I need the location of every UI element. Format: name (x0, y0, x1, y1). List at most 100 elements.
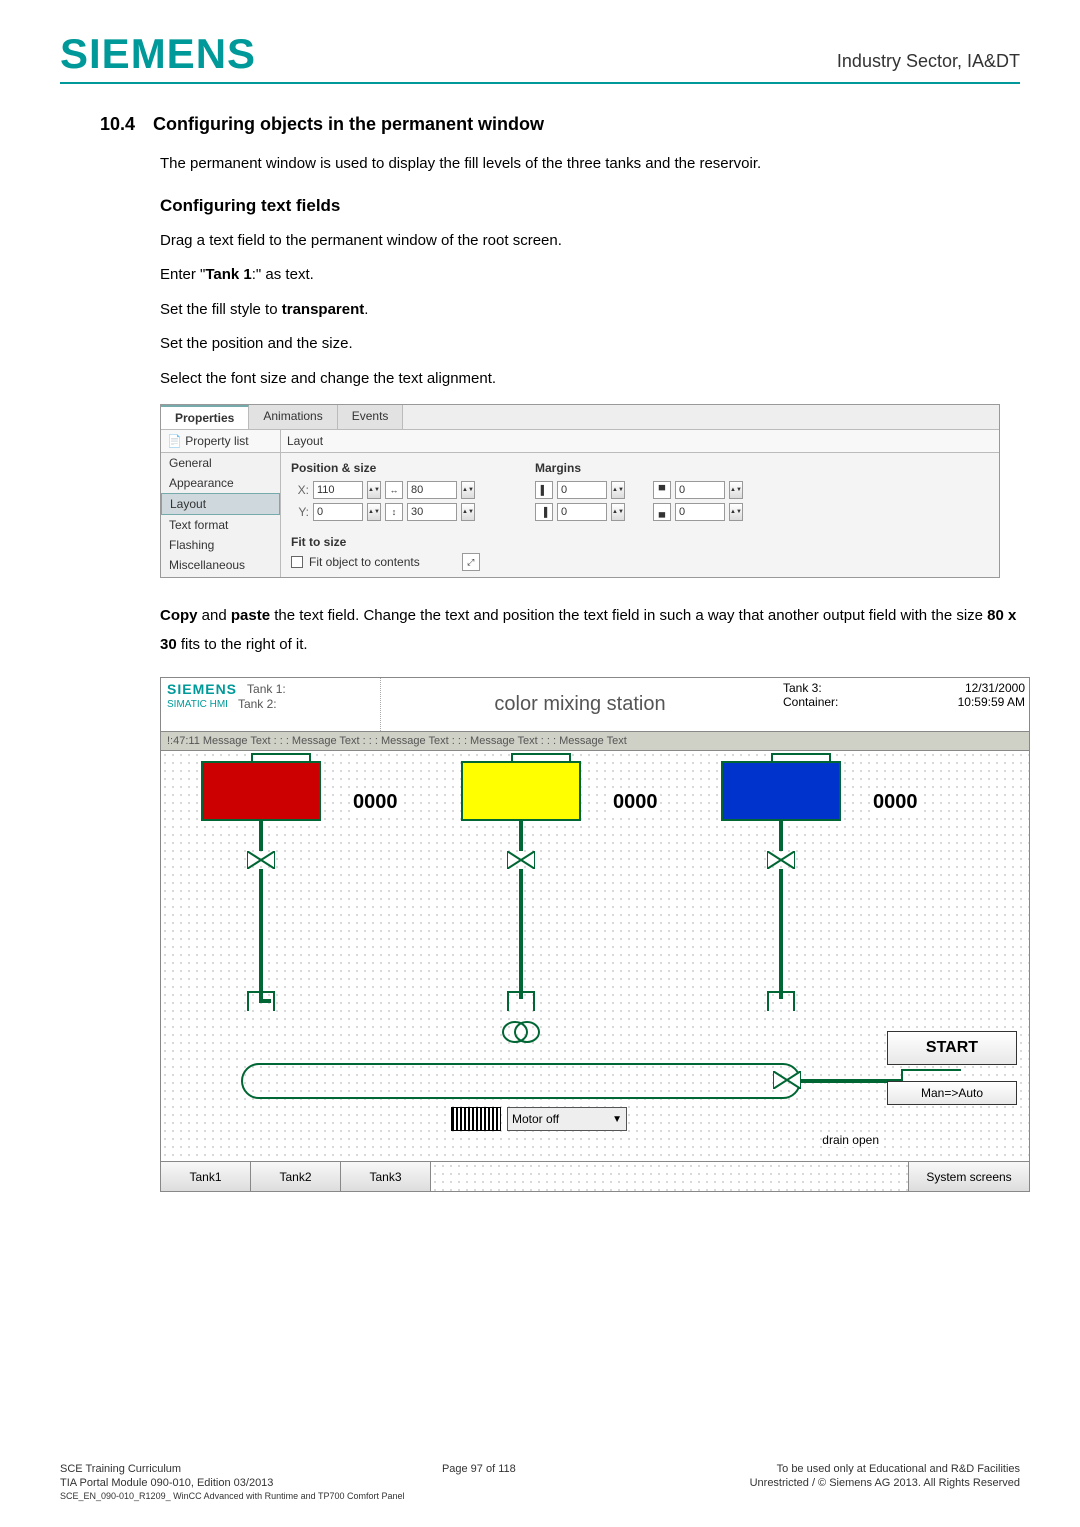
height-input[interactable]: 30 (407, 503, 457, 521)
side-item-appearance[interactable]: Appearance (161, 473, 280, 493)
x-spinner[interactable]: ▲▼ (367, 481, 381, 499)
y-label: Y: (291, 505, 309, 519)
properties-tabs: Properties Animations Events (161, 405, 999, 430)
valve-2[interactable] (507, 851, 535, 869)
footer-right-1: To be used only at Educational and R&D F… (777, 1463, 1020, 1475)
step-5: Select the font size and change the text… (160, 368, 1020, 391)
motor-value: Motor off (512, 1112, 559, 1126)
motor-icon (451, 1107, 501, 1131)
page-footer: SCE Training Curriculum Page 97 of 118 T… (60, 1463, 1020, 1501)
x-label: X: (291, 483, 309, 497)
hmi-bottom-nav: Tank1 Tank2 Tank3 System screens (161, 1161, 1029, 1191)
side-item-textformat[interactable]: Text format (161, 515, 280, 535)
y-input[interactable]: 0 (313, 503, 363, 521)
tab-properties[interactable]: Properties (161, 405, 249, 429)
hmi-date: 12/31/2000 (893, 681, 1025, 695)
margin-right-input[interactable]: 0 (557, 503, 607, 521)
fit-icon[interactable]: ⤢ (462, 553, 480, 571)
hmi-logo: SIEMENS (167, 681, 237, 697)
y-spinner[interactable]: ▲▼ (367, 503, 381, 521)
position-size-title: Position & size (291, 461, 475, 475)
section-title: 10.4Configuring objects in the permanent… (100, 114, 1020, 135)
chevron-down-icon: ▼ (612, 1114, 622, 1125)
width-icon: ↔ (385, 481, 403, 499)
fit-label: Fit object to contents (309, 555, 420, 569)
nav-tank3[interactable]: Tank3 (341, 1162, 431, 1191)
mixer-icon (501, 1019, 541, 1045)
tank2-cap (511, 753, 571, 763)
side-item-general[interactable]: General (161, 453, 280, 473)
fit-to-size-title: Fit to size (291, 535, 989, 549)
siemens-logo: SIEMENS (60, 30, 256, 78)
footer-left-2: TIA Portal Module 090-010, Edition 03/20… (60, 1477, 273, 1489)
hmi-simatic: SIMATIC HMI (167, 699, 228, 710)
hmi-screen: SIEMENS Tank 1: SIMATIC HMI Tank 2: colo… (160, 677, 1030, 1192)
x-input[interactable]: 110 (313, 481, 363, 499)
layout-header: Layout (281, 430, 999, 453)
margin-right-icon: ▐ (535, 503, 553, 521)
group-margins: Margins ▌ 0 ▲▼ ▀ 0 ▲▼ ▐ 0 (535, 461, 743, 525)
tab-events[interactable]: Events (338, 405, 404, 429)
margin-top-spinner[interactable]: ▲▼ (729, 481, 743, 499)
section-number: 10.4 (100, 114, 135, 134)
intro-paragraph: The permanent window is used to display … (160, 153, 1020, 176)
valve-3[interactable] (767, 851, 795, 869)
margin-left-spinner[interactable]: ▲▼ (611, 481, 625, 499)
motor-dropdown[interactable]: Motor off ▼ (507, 1107, 627, 1131)
nav-tank2[interactable]: Tank2 (251, 1162, 341, 1191)
property-list-header[interactable]: 📄 Property list (161, 430, 280, 453)
properties-panel: Properties Animations Events 📄 Property … (160, 404, 1000, 578)
margin-left-input[interactable]: 0 (557, 481, 607, 499)
hmi-title: color mixing station (381, 678, 779, 731)
step-3: Set the fill style to transparent. (160, 299, 1020, 322)
side-item-flashing[interactable]: Flashing (161, 535, 280, 555)
drain-open-label: drain open (822, 1133, 879, 1147)
step-1: Drag a text field to the permanent windo… (160, 230, 1020, 253)
margin-bottom-spinner[interactable]: ▲▼ (729, 503, 743, 521)
hmi-canvas: 0000 0000 0000 (161, 751, 1029, 1161)
valve-1[interactable] (247, 851, 275, 869)
tank-1 (201, 761, 321, 821)
hmi-message-bar: !:47:11 Message Text : : : Message Text … (161, 732, 1029, 751)
tank3-value: 0000 (871, 791, 920, 814)
copy-paste-paragraph: Copy and paste the text field. Change th… (160, 602, 1020, 659)
tank1-value: 0000 (351, 791, 400, 814)
hmi-tank2-label: Tank 2: (238, 697, 277, 711)
width-spinner[interactable]: ▲▼ (461, 481, 475, 499)
tank3-cap (771, 753, 831, 763)
hmi-container-label: Container: (783, 695, 885, 709)
man-auto-button[interactable]: Man=>Auto (887, 1081, 1017, 1105)
width-input[interactable]: 80 (407, 481, 457, 499)
tank2-value: 0000 (611, 791, 660, 814)
nav-spacer (431, 1162, 909, 1191)
fit-checkbox[interactable] (291, 556, 303, 568)
footer-left-1: SCE Training Curriculum (60, 1463, 181, 1475)
margin-right-spinner[interactable]: ▲▼ (611, 503, 625, 521)
page-header: SIEMENS Industry Sector, IA&DT (60, 30, 1020, 84)
start-button[interactable]: START (887, 1031, 1017, 1065)
tab-animations[interactable]: Animations (249, 405, 337, 429)
header-sector: Industry Sector, IA&DT (837, 51, 1020, 78)
margins-title: Margins (535, 461, 743, 475)
footer-right-2: Unrestricted / © Siemens AG 2013. All Ri… (750, 1477, 1020, 1489)
hmi-tank1-label: Tank 1: (247, 682, 286, 696)
margin-bottom-icon: ▄ (653, 503, 671, 521)
side-item-misc[interactable]: Miscellaneous (161, 555, 280, 575)
tank1-cap (251, 753, 311, 763)
nav-tank1[interactable]: Tank1 (161, 1162, 251, 1191)
group-position-size: Position & size X: 110 ▲▼ ↔ 80 ▲▼ Y: 0 (291, 461, 475, 525)
height-spinner[interactable]: ▲▼ (461, 503, 475, 521)
margin-top-icon: ▀ (653, 481, 671, 499)
hmi-tank3-label: Tank 3: (783, 681, 885, 695)
footer-left-3: SCE_EN_090-010_R1209_ WinCC Advanced wit… (60, 1491, 1020, 1501)
margin-top-input[interactable]: 0 (675, 481, 725, 499)
hmi-header: SIEMENS Tank 1: SIMATIC HMI Tank 2: colo… (161, 678, 1029, 732)
nav-system-screens[interactable]: System screens (909, 1162, 1029, 1191)
tank-3 (721, 761, 841, 821)
tank-2 (461, 761, 581, 821)
side-item-layout[interactable]: Layout (161, 493, 280, 515)
valve-drain[interactable] (773, 1071, 801, 1089)
footer-center-1: Page 97 of 118 (442, 1463, 516, 1475)
margin-bottom-input[interactable]: 0 (675, 503, 725, 521)
step-4: Set the position and the size. (160, 333, 1020, 356)
